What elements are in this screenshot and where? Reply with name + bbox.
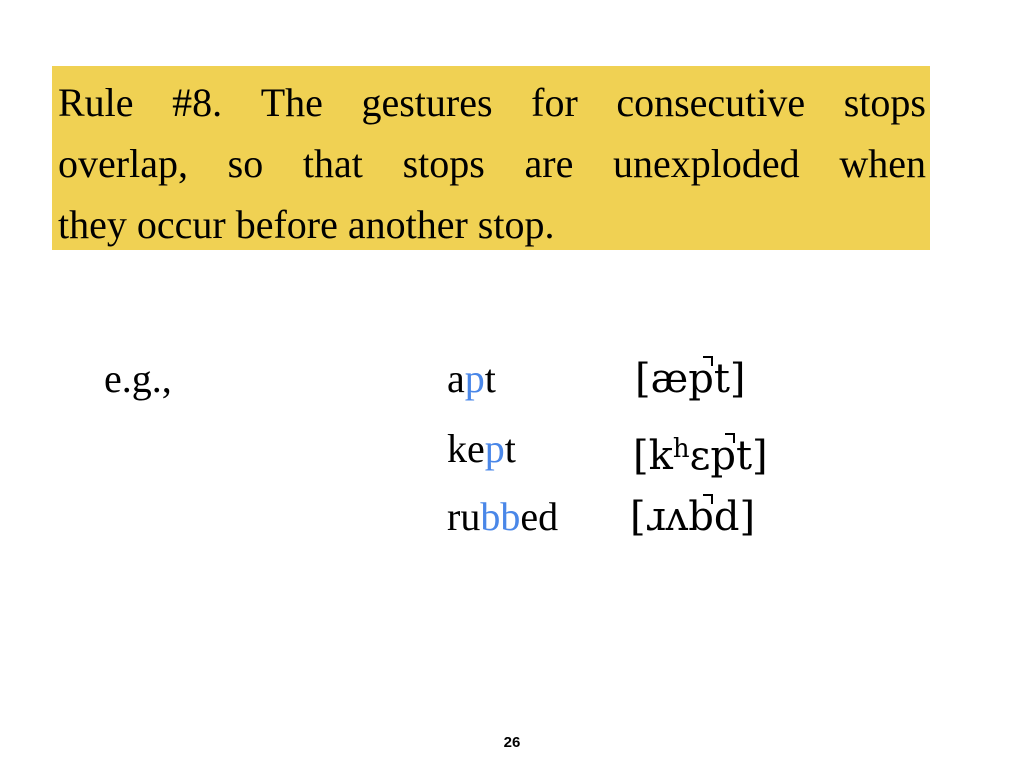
ipa-part: t] <box>735 433 768 479</box>
rule-word: so <box>227 141 264 186</box>
unreleased-stop: b <box>688 490 714 544</box>
example-word-apt: apt <box>447 352 496 406</box>
examples-intro: e.g., <box>104 356 172 401</box>
rule-word: overlap, <box>58 141 188 186</box>
rule-box: Rule #8. The gestures for consecutive st… <box>52 66 930 250</box>
stop-highlight: p <box>464 356 485 401</box>
rule-word: for <box>531 80 578 125</box>
ipa-part: t] <box>713 356 746 402</box>
rule-word: The <box>260 80 323 125</box>
rule-word: that <box>302 141 363 186</box>
rule-word: unexploded <box>613 141 800 186</box>
word-part: t <box>484 356 496 401</box>
ipa-part: [ɹʌ <box>630 494 689 540</box>
rule-word: consecutive <box>616 80 806 125</box>
word-part: a <box>447 356 465 401</box>
rule-word: stops <box>402 141 485 186</box>
aspiration-mark: h <box>672 434 690 464</box>
example-ipa-apt: [æpt] <box>635 352 746 406</box>
rule-word: #8. <box>172 80 223 125</box>
stop-highlight: p <box>484 426 505 471</box>
ipa-part: d] <box>713 494 756 540</box>
word-part: ed <box>520 494 559 539</box>
example-word-rubbed: rubbed <box>447 490 558 544</box>
rule-word: when <box>839 141 926 186</box>
example-ipa-kept: [khɛpt] <box>633 422 768 483</box>
rule-line-3: they occur before another stop. <box>58 202 555 247</box>
word-part: ke <box>447 426 485 471</box>
example-word-kept: kept <box>447 422 516 476</box>
ipa-part: [æ <box>635 356 689 402</box>
page-number: 26 <box>503 734 521 751</box>
unreleased-stop: p <box>688 352 714 406</box>
stop-highlight: bb <box>480 494 521 539</box>
example-ipa-rubbed: [ɹʌbd] <box>630 490 755 544</box>
rule-word: are <box>524 141 574 186</box>
rule-word: gestures <box>361 80 493 125</box>
unreleased-stop: p <box>710 429 736 483</box>
ipa-part: [k <box>633 433 673 479</box>
rule-line-1: Rule #8. The gestures for consecutive st… <box>58 72 926 133</box>
ipa-part: ɛ <box>689 433 711 479</box>
word-part: ru <box>447 494 481 539</box>
word-part: t <box>504 426 516 471</box>
rule-word: Rule <box>58 80 134 125</box>
rule-line-2: overlap, so that stops are unexploded wh… <box>58 133 926 194</box>
rule-word: stops <box>843 80 926 125</box>
